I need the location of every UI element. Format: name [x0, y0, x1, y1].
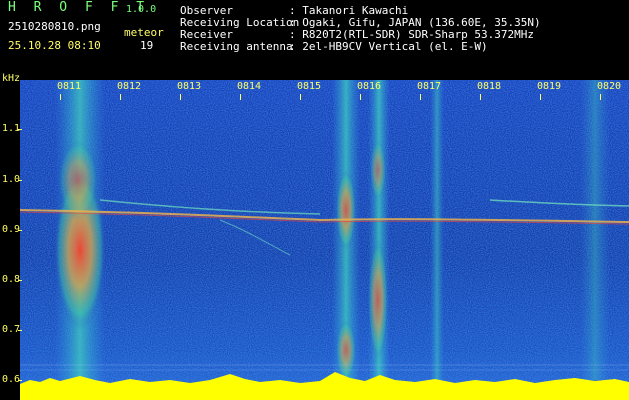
- header-panel: H R O F F T 1.0.0 2510280810.png meteor …: [0, 0, 629, 74]
- y-tick-mark: [18, 230, 22, 231]
- y-tick-mark: [18, 380, 22, 381]
- x-tick-label: 0815: [297, 81, 322, 92]
- x-tick-mark: [180, 94, 181, 100]
- meteor-count: 19: [140, 39, 154, 52]
- x-tick-mark: [480, 94, 481, 100]
- spectrogram-image: [20, 80, 629, 400]
- x-tick-label: 0814: [237, 81, 262, 92]
- app-version: 1.0.0: [126, 4, 157, 15]
- y-tick-mark: [18, 180, 22, 181]
- x-tick-label: 0819: [537, 81, 562, 92]
- x-tick-mark: [240, 94, 241, 100]
- x-tick-mark: [540, 94, 541, 100]
- x-tick-mark: [360, 94, 361, 100]
- x-tick-mark: [60, 94, 61, 100]
- x-tick-label: 0818: [477, 81, 502, 92]
- x-tick-label: 0813: [177, 81, 202, 92]
- y-tick-mark: [18, 129, 22, 130]
- y-tick-mark: [18, 330, 22, 331]
- x-tick-mark: [600, 94, 601, 100]
- x-tick-label: 0812: [117, 81, 142, 92]
- filename-label: 2510280810.png: [8, 20, 101, 33]
- x-tick-label: 0816: [357, 81, 382, 92]
- meteor-label: meteor: [124, 26, 164, 39]
- y-tick-mark: [18, 280, 22, 281]
- x-tick-mark: [120, 94, 121, 100]
- antenna-value: : 2el-HB9CV Vertical (el. E-W): [289, 40, 488, 53]
- antenna-key: Receiving antenna: [180, 40, 293, 53]
- x-tick-label: 0817: [417, 81, 442, 92]
- x-tick-label: 0811: [57, 81, 82, 92]
- datetime-label: 25.10.28 08:10: [8, 39, 101, 52]
- x-tick-mark: [300, 94, 301, 100]
- x-tick-mark: [420, 94, 421, 100]
- x-tick-label: 0820: [597, 81, 622, 92]
- y-axis-unit: kHz: [2, 73, 21, 84]
